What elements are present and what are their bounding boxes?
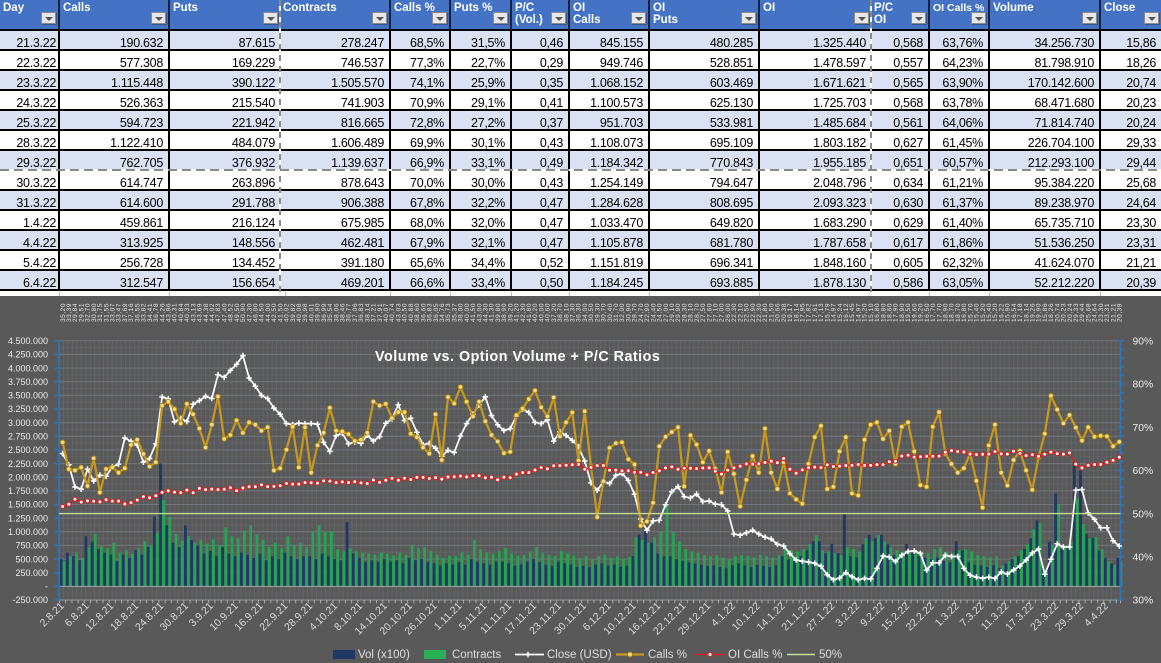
svg-text:Volume vs. Option Volume + P/C: Volume vs. Option Volume + P/C Ratios [375,349,660,365]
svg-text:3.000.000: 3.000.000 [8,418,48,428]
svg-text:50%: 50% [1133,509,1154,520]
svg-text:Calls %: Calls % [648,649,687,661]
svg-text:50%: 50% [819,649,842,661]
svg-text:60%: 60% [1133,466,1154,477]
svg-text:2.250.000: 2.250.000 [8,459,48,469]
svg-text:40%: 40% [1133,553,1154,564]
svg-text:Contracts: Contracts [452,649,501,661]
svg-text:250.000: 250.000 [15,568,48,578]
svg-text:70%: 70% [1133,423,1154,434]
svg-text:4.250.000: 4.250.000 [8,350,48,360]
svg-text:30%: 30% [1133,596,1154,607]
svg-text:1.000.000: 1.000.000 [8,527,48,537]
svg-text:80%: 80% [1133,380,1154,391]
svg-text:Close (USD): Close (USD) [547,649,612,661]
svg-text:-: - [45,582,48,592]
svg-text:-250.000: -250.000 [12,595,48,605]
svg-text:3.750.000: 3.750.000 [8,377,48,387]
svg-text:1.500.000: 1.500.000 [8,500,48,510]
svg-text:3.250.000: 3.250.000 [8,404,48,414]
svg-text:1.750.000: 1.750.000 [8,486,48,496]
svg-text:750.000: 750.000 [15,541,48,551]
svg-text:3.500.000: 3.500.000 [8,391,48,401]
svg-text:500.000: 500.000 [15,554,48,564]
svg-text:20,39: 20,39 [1117,303,1124,322]
svg-text:2.750.000: 2.750.000 [8,432,48,442]
svg-text:2.500.000: 2.500.000 [8,445,48,455]
svg-text:90%: 90% [1133,337,1154,348]
svg-text:4.500.000: 4.500.000 [8,336,48,346]
svg-text:Vol (x100): Vol (x100) [358,649,410,661]
svg-text:OI Calls %: OI Calls % [728,649,782,661]
svg-text:2.000.000: 2.000.000 [8,472,48,482]
svg-text:4.000.000: 4.000.000 [8,363,48,373]
svg-text:1.250.000: 1.250.000 [8,513,48,523]
